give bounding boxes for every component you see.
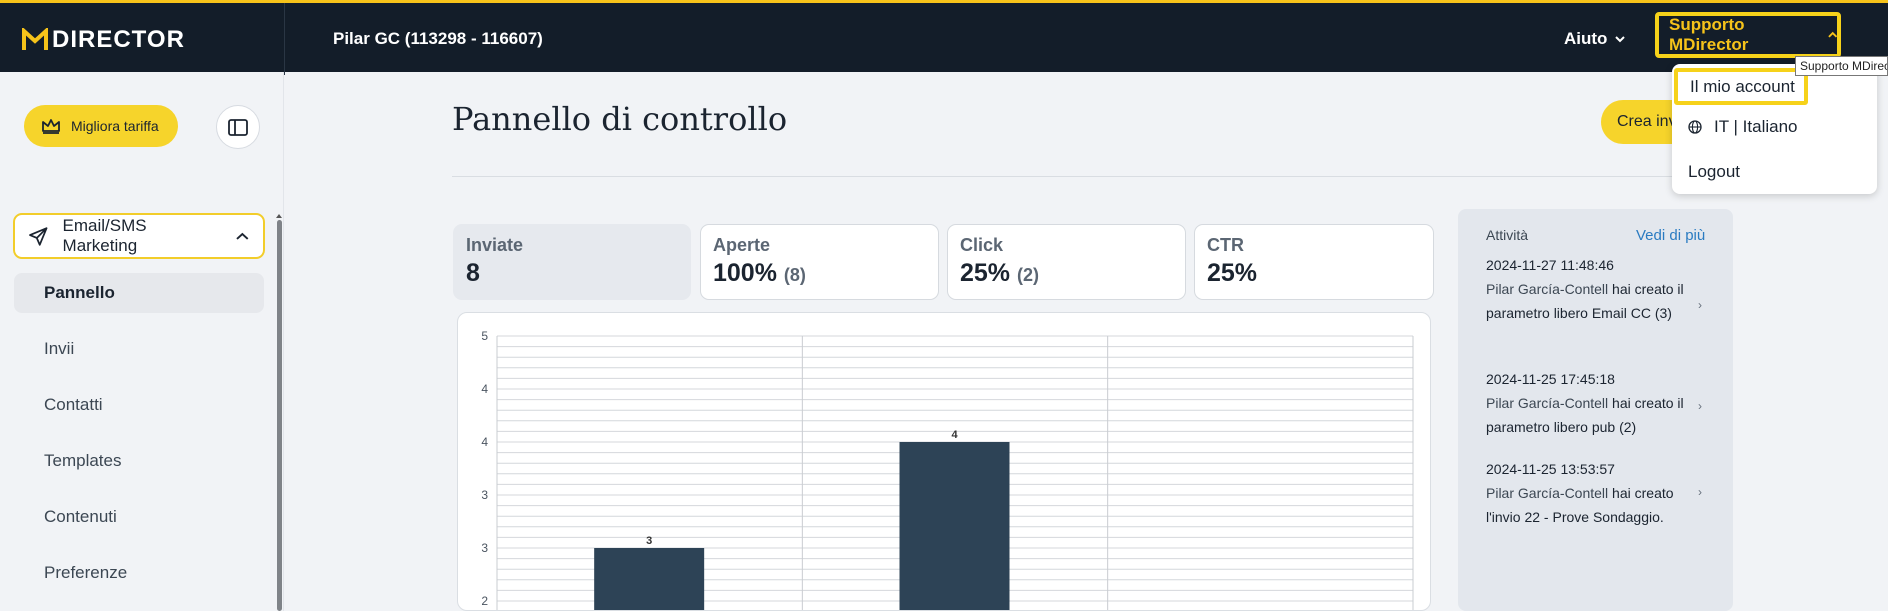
sidebar-item-pannello[interactable]: Pannello — [14, 273, 264, 313]
activity-text: Pilar García-Contell hai creato l'invio … — [1486, 481, 1701, 529]
sidebar-item-templates[interactable]: Templates — [14, 441, 264, 481]
send-icon — [29, 226, 48, 246]
stat-value: 25% (2) — [960, 259, 1173, 288]
stat-label: Click — [960, 235, 1004, 255]
tooltip: Supporto MDirector — [1795, 56, 1888, 76]
section-label: Email/SMS Marketing — [62, 216, 147, 255]
y-tick-label: 5 — [481, 329, 488, 343]
see-more-link[interactable]: Vedi di più — [1636, 227, 1705, 244]
stat-count: (2) — [1017, 265, 1039, 285]
sidebar-item-preferenze[interactable]: Preferenze — [14, 553, 264, 593]
stat-number: 100% — [713, 259, 777, 287]
bar — [899, 442, 1010, 610]
chart-card: 5 4 4 3 3 2 3 4 — [457, 312, 1431, 611]
email-sms-marketing-section[interactable]: Email/SMS Marketing — [13, 213, 265, 259]
stat-card-ctr[interactable]: CTR 25% — [1194, 224, 1434, 300]
chevron-up-icon — [1827, 31, 1837, 38]
logo-text: DIRECTOR — [52, 26, 185, 53]
stat-card-aperte[interactable]: Aperte 100% (8) — [700, 224, 939, 300]
collapse-sidebar-button[interactable] — [216, 105, 260, 149]
y-tick-label: 2 — [481, 594, 488, 608]
logo[interactable]: DIRECTOR — [22, 25, 185, 55]
y-tick-label: 4 — [481, 382, 488, 396]
stat-card-click[interactable]: Click 25% (2) — [947, 224, 1186, 300]
stat-count: (8) — [783, 265, 806, 285]
language-label: IT | Italiano — [1714, 117, 1798, 136]
activity-item[interactable]: 2024-11-27 11:48:46 Pilar García-Contell… — [1486, 253, 1701, 325]
help-label: Aiuto — [1564, 29, 1608, 48]
support-menu[interactable]: Supporto MDirector — [1655, 12, 1841, 58]
bar — [594, 548, 705, 610]
sidebar-item-contenuti[interactable]: Contenuti — [14, 497, 264, 537]
activity-panel: Attività Vedi di più 2024-11-27 11:48:46… — [1458, 209, 1733, 611]
activity-item[interactable]: 2024-11-25 17:45:18 Pilar García-Contell… — [1486, 367, 1701, 439]
my-account-item[interactable]: Il mio account — [1674, 68, 1808, 105]
stat-value: 8 — [466, 259, 678, 288]
bar-data-label: 3 — [646, 535, 652, 547]
chevron-right-icon[interactable]: › — [1698, 485, 1702, 499]
activity-date: 2024-11-25 17:45:18 — [1486, 371, 1615, 387]
sidebar: Migliora tariffa Email/SMS Marketing Pan… — [0, 72, 284, 611]
activity-date: 2024-11-25 13:53:57 — [1486, 461, 1615, 477]
sidebar-scrollbar[interactable] — [277, 220, 282, 611]
language-item[interactable]: IT | Italiano — [1688, 117, 1797, 137]
y-tick-label: 4 — [481, 435, 488, 449]
stat-value: 100% (8) — [713, 259, 926, 288]
activity-user: Pilar García-Contell — [1486, 395, 1609, 411]
logo-mark-icon — [22, 28, 48, 50]
help-menu[interactable]: Aiuto — [1564, 29, 1626, 49]
account-dropdown: Il mio account IT | Italiano Logout — [1672, 64, 1877, 194]
chevron-right-icon[interactable]: › — [1698, 298, 1702, 312]
stat-label: Inviate — [466, 235, 524, 255]
stat-label: CTR — [1207, 235, 1244, 255]
sidebar-toggle-icon — [228, 118, 248, 136]
activity-text: Pilar García-Contell hai creato il param… — [1486, 391, 1701, 439]
upgrade-plan-label: Migliora tariffa — [71, 118, 159, 134]
stat-number: 25% — [1207, 259, 1258, 287]
account-name: Pilar GC (113298 - 116607) — [333, 29, 543, 48]
stat-number: 8 — [466, 259, 480, 287]
stat-number: 25% — [960, 259, 1011, 287]
activity-user: Pilar García-Contell — [1486, 485, 1609, 501]
page-title: Pannello di controllo — [452, 100, 788, 138]
y-tick-label: 3 — [481, 541, 488, 555]
activity-user: Pilar García-Contell — [1486, 281, 1609, 297]
title-divider — [452, 176, 1736, 177]
sidebar-item-contatti[interactable]: Contatti — [14, 385, 264, 425]
stat-label: Aperte — [713, 235, 771, 255]
crown-icon — [42, 119, 60, 134]
upgrade-plan-button[interactable]: Migliora tariffa — [24, 105, 178, 147]
globe-icon — [1688, 120, 1702, 134]
sidebar-item-invii[interactable]: Invii — [14, 329, 264, 369]
top-bar: DIRECTOR Pilar GC (113298 - 116607) Aiut… — [0, 0, 1888, 75]
chevron-right-icon[interactable]: › — [1698, 399, 1702, 413]
topbar-divider — [284, 3, 285, 75]
activity-text: Pilar García-Contell hai creato il param… — [1486, 277, 1701, 325]
activity-item[interactable]: 2024-11-25 13:53:57 Pilar García-Contell… — [1486, 457, 1701, 529]
activity-date: 2024-11-27 11:48:46 — [1486, 257, 1614, 273]
stat-card-inviate[interactable]: Inviate 8 — [453, 224, 691, 300]
scroll-up-arrow[interactable] — [276, 214, 282, 218]
chevron-down-icon — [1615, 36, 1626, 43]
bar-chart: 5 4 4 3 3 2 3 4 — [481, 329, 1414, 610]
support-label: Supporto MDirector — [1669, 15, 1749, 54]
stat-value: 25% — [1207, 259, 1421, 288]
bar-data-label: 4 — [951, 429, 958, 441]
logout-item[interactable]: Logout — [1688, 162, 1740, 182]
activity-title: Attività — [1486, 227, 1529, 243]
y-tick-label: 3 — [481, 488, 488, 502]
chevron-up-icon — [236, 232, 249, 240]
